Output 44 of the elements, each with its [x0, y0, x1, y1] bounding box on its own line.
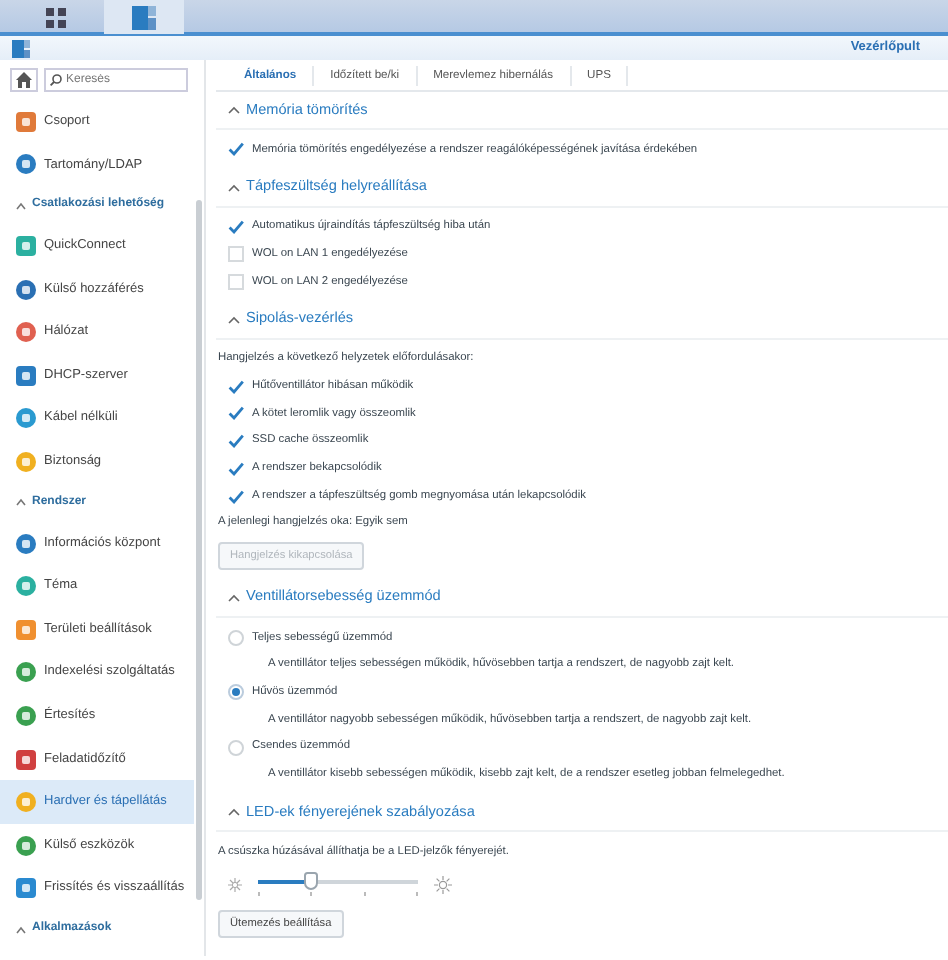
control-panel-icon — [132, 5, 156, 29]
grid-icon — [46, 7, 66, 27]
app-icon — [16, 111, 36, 132]
search-icon — [50, 74, 62, 86]
checkbox[interactable] — [228, 433, 244, 450]
checkbox[interactable] — [228, 488, 244, 505]
taskbar-button[interactable] — [104, 0, 184, 34]
dim-sun-icon — [228, 878, 242, 893]
app-icon — [16, 749, 36, 770]
radio-button[interactable] — [228, 684, 244, 701]
app-icon — [16, 576, 36, 597]
collapse-icon[interactable] — [228, 808, 240, 817]
app-icon — [16, 878, 36, 899]
app-icon — [16, 619, 36, 640]
checkbox[interactable] — [228, 378, 244, 395]
app-icon — [16, 662, 36, 683]
collapse-icon[interactable] — [228, 106, 240, 114]
app-icon — [16, 154, 36, 175]
control-panel-icon — [12, 39, 30, 57]
app-icon — [16, 533, 36, 554]
collapse-icon[interactable] — [228, 183, 240, 192]
app-icon — [16, 835, 36, 856]
bright-sun-icon — [434, 876, 452, 895]
radio-button[interactable] — [228, 629, 244, 646]
collapse-icon[interactable] — [228, 315, 240, 324]
collapse-icon[interactable] — [16, 925, 26, 934]
app-icon — [16, 279, 36, 300]
app-icon — [16, 365, 36, 386]
checkbox[interactable] — [228, 219, 244, 236]
collapse-icon[interactable] — [16, 201, 26, 210]
home-button[interactable] — [10, 68, 38, 92]
app-icon — [16, 451, 36, 472]
app-icon — [16, 322, 36, 343]
collapse-icon[interactable] — [16, 498, 26, 507]
checkbox[interactable] — [228, 460, 244, 477]
collapse-icon[interactable] — [228, 593, 240, 602]
checkbox[interactable] — [228, 405, 244, 422]
app-icon — [16, 792, 36, 813]
app-icon — [16, 705, 36, 726]
slider-thumb[interactable] — [303, 872, 318, 891]
app-icon — [16, 408, 36, 429]
app-icon — [16, 235, 36, 256]
radio-button[interactable] — [228, 739, 244, 756]
checkbox[interactable] — [228, 141, 244, 158]
